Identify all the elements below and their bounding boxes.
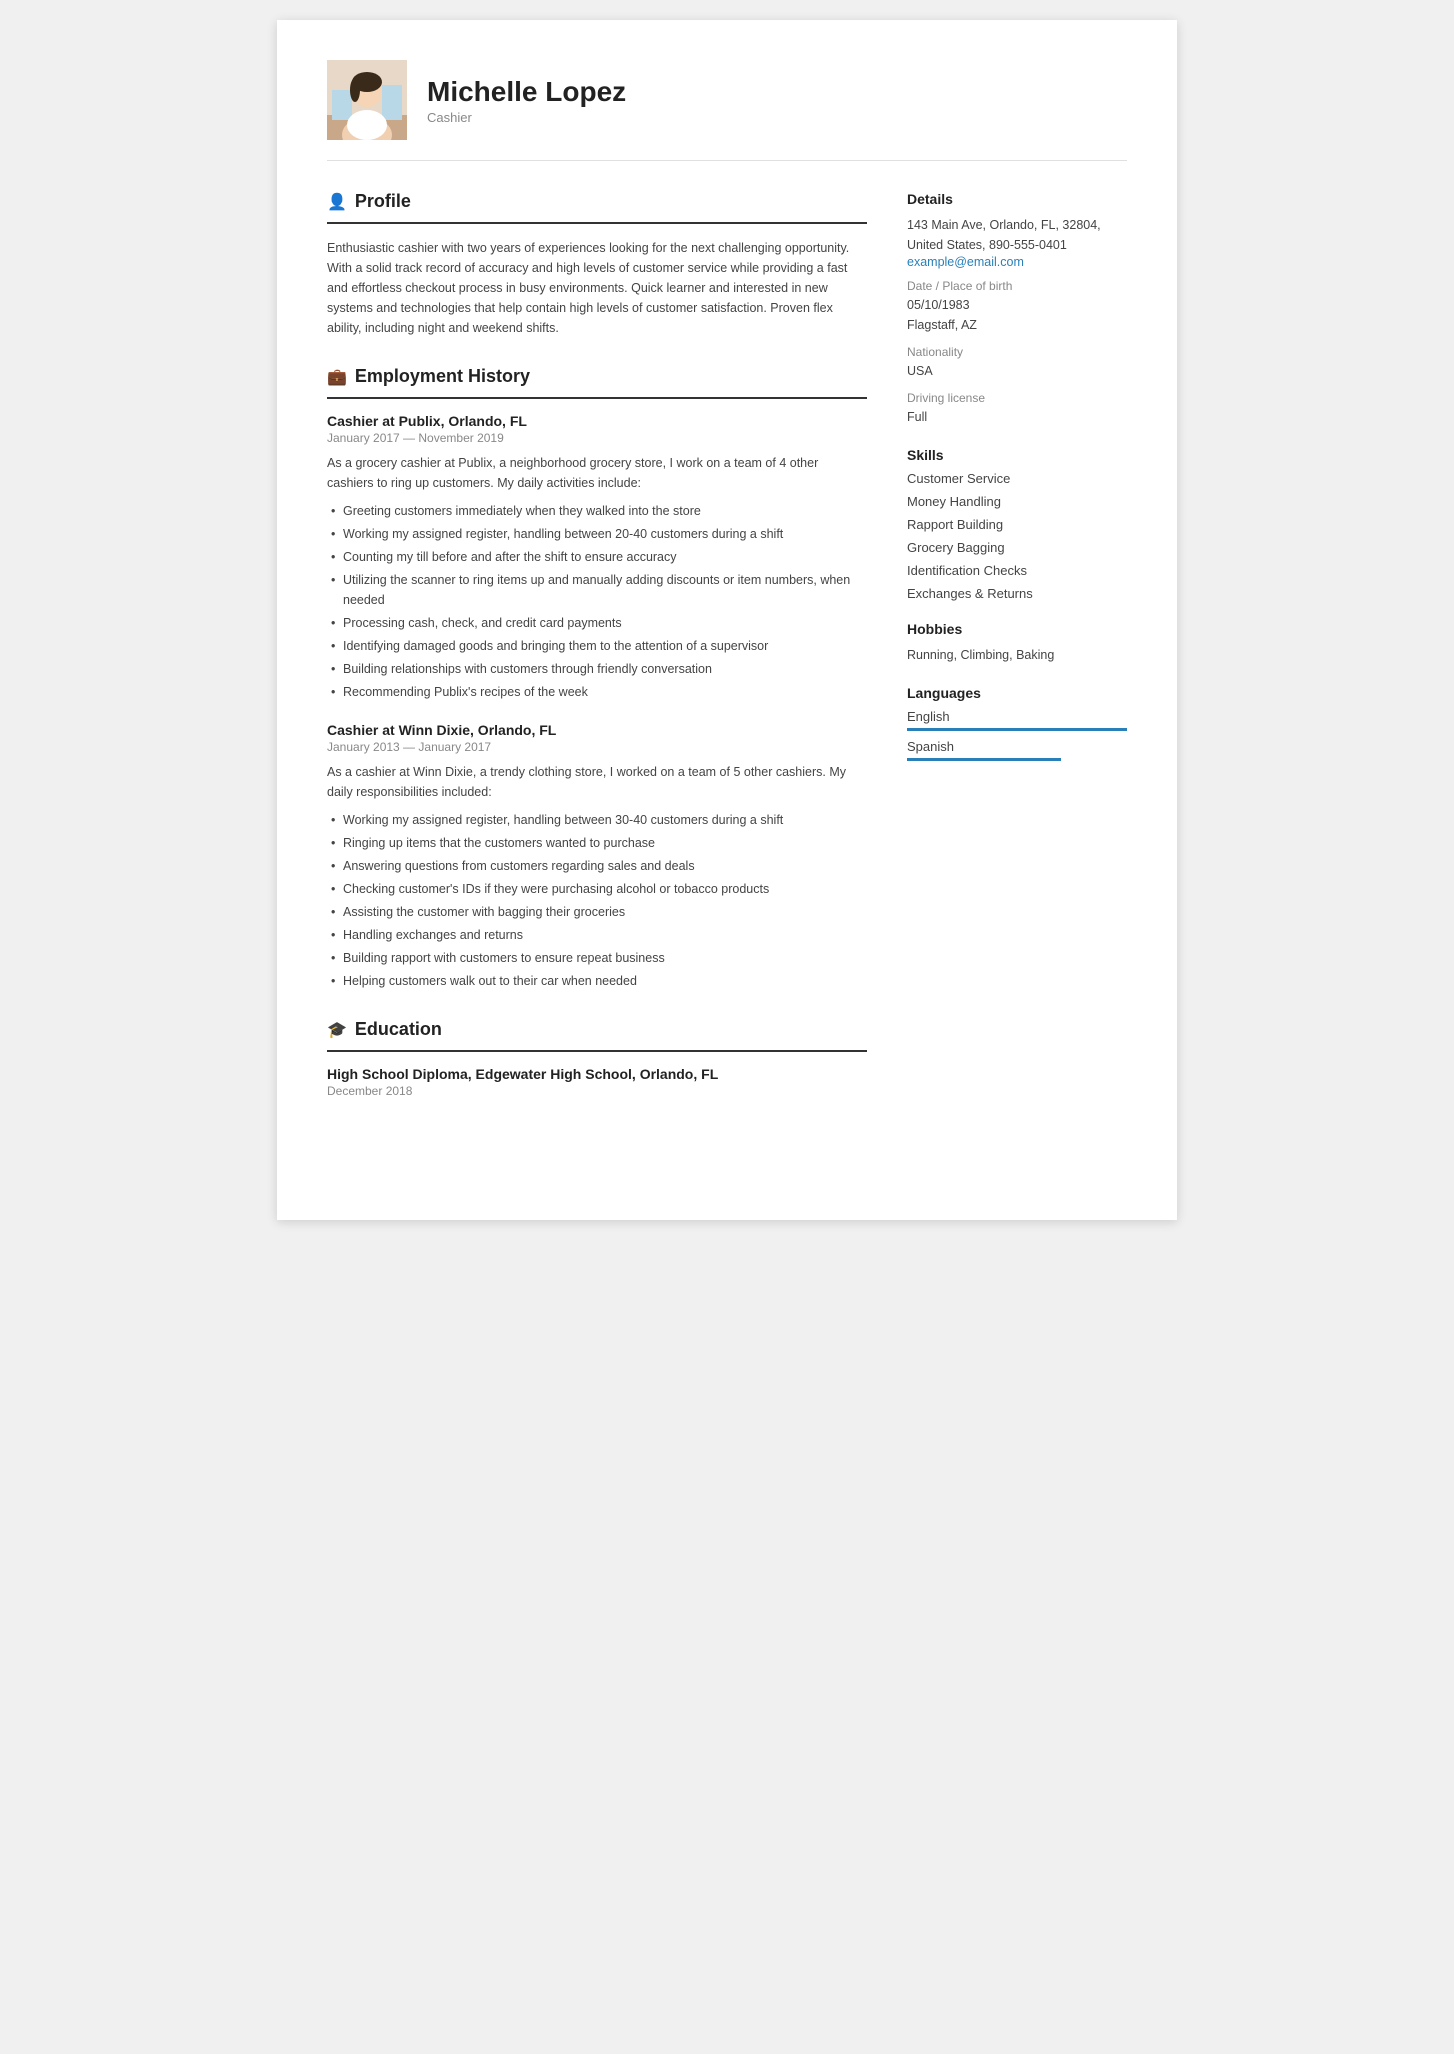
profile-icon: 👤 [327, 192, 347, 212]
job-2-title: Cashier at Winn Dixie, Orlando, FL [327, 722, 867, 738]
list-item: Working my assigned register, handling b… [327, 810, 867, 830]
list-item: Helping customers walk out to their car … [327, 971, 867, 991]
list-item: Ringing up items that the customers want… [327, 833, 867, 853]
list-item: Assisting the customer with bagging thei… [327, 902, 867, 922]
language-spanish: Spanish [907, 739, 1127, 761]
job-1-title: Cashier at Publix, Orlando, FL [327, 413, 867, 429]
skill-item: Customer Service [907, 471, 1127, 486]
job-1-bullets: Greeting customers immediately when they… [327, 501, 867, 702]
list-item: Identifying damaged goods and bringing t… [327, 636, 867, 656]
details-license: Full [907, 407, 1127, 427]
languages-section: Languages English Spanish [907, 685, 1127, 761]
nationality-label: Nationality [907, 345, 1127, 359]
details-nationality: USA [907, 361, 1127, 381]
profile-text: Enthusiastic cashier with two years of e… [327, 238, 867, 338]
skill-item: Rapport Building [907, 517, 1127, 532]
job-1-dates: January 2017 — November 2019 [327, 431, 867, 445]
employment-section: 💼 Employment History Cashier at Publix, … [327, 366, 867, 991]
edu-date: December 2018 [327, 1084, 867, 1098]
details-section: Details 143 Main Ave, Orlando, FL, 32804… [907, 191, 1127, 427]
skill-item: Grocery Bagging [907, 540, 1127, 555]
job-2-desc: As a cashier at Winn Dixie, a trendy clo… [327, 762, 867, 802]
details-dob: 05/10/1983 [907, 295, 1127, 315]
job-2-dates: January 2013 — January 2017 [327, 740, 867, 754]
languages-title: Languages [907, 685, 1127, 701]
skill-item: Identification Checks [907, 563, 1127, 578]
resume-container: Michelle Lopez Cashier 👤 Profile Enthusi… [277, 20, 1177, 1220]
left-column: 👤 Profile Enthusiastic cashier with two … [327, 191, 867, 1180]
profile-section-title: 👤 Profile [327, 191, 867, 212]
skill-item: Money Handling [907, 494, 1127, 509]
list-item: Checking customer's IDs if they were pur… [327, 879, 867, 899]
job-2-bullets: Working my assigned register, handling b… [327, 810, 867, 991]
details-email: example@email.com [907, 255, 1127, 269]
candidate-title: Cashier [427, 110, 626, 125]
license-label: Driving license [907, 391, 1127, 405]
resume-header: Michelle Lopez Cashier [327, 60, 1127, 161]
profile-section: 👤 Profile Enthusiastic cashier with two … [327, 191, 867, 338]
skill-item: Exchanges & Returns [907, 586, 1127, 601]
list-item: Utilizing the scanner to ring items up a… [327, 570, 867, 610]
list-item: Answering questions from customers regar… [327, 856, 867, 876]
main-layout: 👤 Profile Enthusiastic cashier with two … [327, 191, 1127, 1180]
hobbies-text: Running, Climbing, Baking [907, 645, 1127, 665]
employment-section-title: 💼 Employment History [327, 366, 867, 387]
list-item: Greeting customers immediately when they… [327, 501, 867, 521]
list-item: Counting my till before and after the sh… [327, 547, 867, 567]
details-address: 143 Main Ave, Orlando, FL, 32804, [907, 215, 1127, 235]
skills-title: Skills [907, 447, 1127, 463]
list-item: Working my assigned register, handling b… [327, 524, 867, 544]
education-section-title: 🎓 Education [327, 1019, 867, 1040]
details-birthplace: Flagstaff, AZ [907, 315, 1127, 335]
hobbies-title: Hobbies [907, 621, 1127, 637]
right-column: Details 143 Main Ave, Orlando, FL, 32804… [907, 191, 1127, 1180]
education-section: 🎓 Education High School Diploma, Edgewat… [327, 1019, 867, 1098]
job-1: Cashier at Publix, Orlando, FL January 2… [327, 413, 867, 702]
details-address2: United States, 890-555-0401 [907, 235, 1127, 255]
language-name-spanish: Spanish [907, 739, 1127, 754]
list-item: Processing cash, check, and credit card … [327, 613, 867, 633]
employment-icon: 💼 [327, 367, 347, 387]
language-name-english: English [907, 709, 1127, 724]
skills-section: Skills Customer Service Money Handling R… [907, 447, 1127, 601]
avatar [327, 60, 407, 140]
job-1-desc: As a grocery cashier at Publix, a neighb… [327, 453, 867, 493]
list-item: Handling exchanges and returns [327, 925, 867, 945]
header-info: Michelle Lopez Cashier [427, 76, 626, 125]
edu-degree: High School Diploma, Edgewater High Scho… [327, 1066, 867, 1082]
hobbies-section: Hobbies Running, Climbing, Baking [907, 621, 1127, 665]
list-item: Building rapport with customers to ensur… [327, 948, 867, 968]
language-bar-english [907, 728, 1127, 731]
list-item: Recommending Publix's recipes of the wee… [327, 682, 867, 702]
language-bar-spanish [907, 758, 1061, 761]
candidate-name: Michelle Lopez [427, 76, 626, 108]
job-2: Cashier at Winn Dixie, Orlando, FL Janua… [327, 722, 867, 991]
dob-label: Date / Place of birth [907, 279, 1127, 293]
education-icon: 🎓 [327, 1020, 347, 1040]
list-item: Building relationships with customers th… [327, 659, 867, 679]
language-english: English [907, 709, 1127, 731]
details-title: Details [907, 191, 1127, 207]
